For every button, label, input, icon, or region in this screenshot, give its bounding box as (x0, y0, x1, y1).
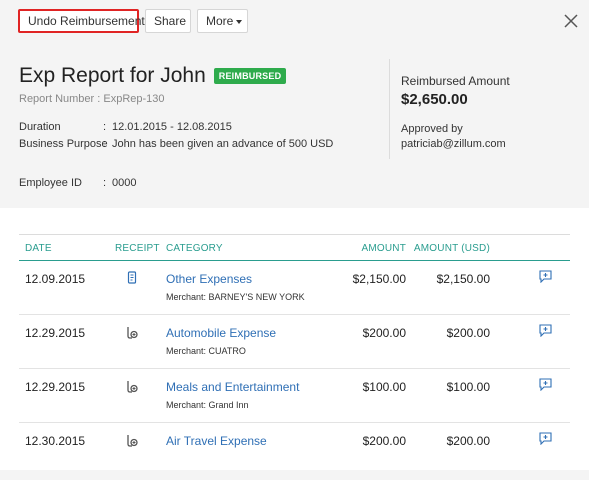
expense-amount: $100.00 (362, 380, 406, 394)
expense-merchant: Merchant: CUATRO (166, 346, 246, 356)
more-dropdown-button[interactable]: More (197, 9, 248, 33)
upload-receipt-icon[interactable] (126, 325, 138, 339)
reimbursed-amount-value: $2,650.00 (401, 91, 468, 108)
table-row[interactable]: 12.29.2015 Meals and Entertainment Merch… (19, 369, 570, 423)
approved-by-value: patriciab@zillum.com (401, 138, 506, 150)
duration-label: Duration (19, 121, 61, 133)
expense-category-link[interactable]: Meals and Entertainment (166, 380, 299, 394)
column-amount-usd[interactable]: AMOUNT (USD) (414, 243, 490, 254)
expense-date: 12.29.2015 (25, 380, 86, 394)
upload-receipt-icon[interactable] (126, 433, 138, 447)
upload-receipt-icon[interactable] (126, 379, 138, 393)
business-purpose-colon: : (103, 138, 107, 150)
undo-reimbursement-button[interactable]: Undo Reimbursement (18, 9, 145, 33)
reimbursed-amount-label: Reimbursed Amount (401, 74, 510, 88)
more-label: More (206, 14, 234, 28)
expense-amount-usd: $2,150.00 (436, 272, 490, 286)
share-button[interactable]: Share (145, 9, 191, 33)
expense-amount-usd: $200.00 (446, 326, 490, 340)
report-title: Exp Report for John (19, 64, 206, 87)
employee-id-value: 0000 (112, 177, 137, 189)
duration-colon: : (103, 121, 107, 133)
column-receipt: RECEIPT (115, 243, 160, 254)
expense-date: 12.09.2015 (25, 272, 86, 286)
add-comment-icon[interactable] (539, 378, 552, 391)
toolbar: Undo Reimbursement Share More (0, 0, 589, 44)
expense-amount: $200.00 (362, 434, 406, 448)
expense-amount: $2,150.00 (352, 272, 406, 286)
expense-merchant: Merchant: BARNEY'S NEW YORK (166, 292, 305, 302)
table-row[interactable]: 12.29.2015 Automobile Expense Merchant: … (19, 315, 570, 369)
report-title-row: Exp Report for John REIMBURSED (19, 64, 287, 88)
expense-amount-usd: $100.00 (446, 380, 490, 394)
expense-category-link[interactable]: Other Expenses (166, 272, 252, 286)
caret-down-icon (236, 19, 243, 24)
duration-value: 12.01.2015 - 12.08.2015 (112, 121, 232, 133)
business-purpose-value: John has been given an advance of 500 US… (112, 138, 334, 150)
column-category[interactable]: CATEGORY (166, 243, 223, 254)
column-amount[interactable]: AMOUNT (361, 243, 406, 254)
column-date[interactable]: DATE (25, 243, 52, 254)
summary-divider (389, 59, 390, 159)
expense-date: 12.30.2015 (25, 434, 86, 448)
approved-by-label: Approved by (401, 123, 463, 135)
expense-merchant: Merchant: Grand Inn (166, 400, 249, 410)
receipt-attachment-icon[interactable] (126, 271, 138, 285)
report-number: Report Number : ExpRep-130 (19, 93, 165, 105)
employee-id-colon: : (103, 177, 107, 189)
expense-category-link[interactable]: Air Travel Expense (166, 434, 267, 448)
expense-amount: $200.00 (362, 326, 406, 340)
close-icon[interactable] (564, 14, 578, 28)
add-comment-icon[interactable] (539, 270, 552, 283)
footer-bar (0, 470, 589, 480)
expense-table-header: DATE RECEIPT CATEGORY AMOUNT AMOUNT (USD… (19, 234, 570, 261)
table-row[interactable]: 12.30.2015 Air Travel Expense $200.00 $2… (19, 423, 570, 477)
status-badge: REIMBURSED (213, 68, 287, 84)
expense-category-link[interactable]: Automobile Expense (166, 326, 276, 340)
business-purpose-label: Business Purpose (19, 138, 108, 150)
table-row[interactable]: 12.09.2015 Other Expenses Merchant: BARN… (19, 261, 570, 315)
add-comment-icon[interactable] (539, 432, 552, 445)
expense-amount-usd: $200.00 (446, 434, 490, 448)
employee-id-label: Employee ID (19, 177, 82, 189)
add-comment-icon[interactable] (539, 324, 552, 337)
expense-date: 12.29.2015 (25, 326, 86, 340)
